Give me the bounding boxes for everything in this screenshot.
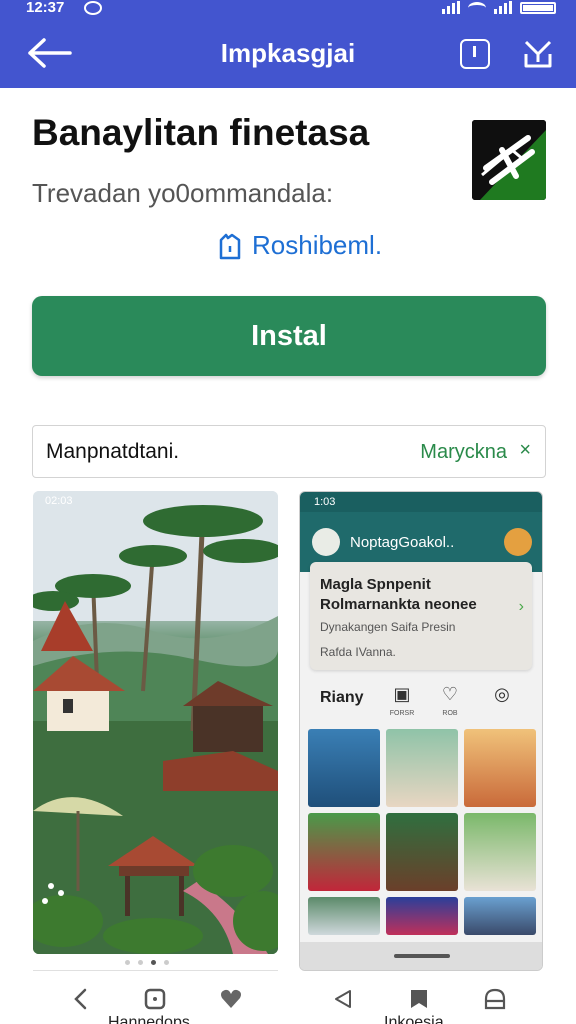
card-line-4: Rafda IVanna. [320,645,396,659]
heart-icon: ♡ ROB [438,684,462,717]
chevron-left-icon[interactable] [68,986,94,1012]
grid-tile [308,729,380,807]
developer-link[interactable]: Roshibeml. [218,230,382,261]
app-logo-icon [472,120,546,200]
bookmark-icon[interactable] [406,986,432,1012]
share-icon[interactable] [522,38,554,70]
install-button[interactable]: Instal [32,296,546,376]
nav-label-left: Hannedops [108,1014,190,1024]
carousel-dot [164,960,169,965]
screenshot-2-avatar [504,528,532,556]
chevron-right-icon: › [518,598,524,615]
card-line-1: Magla Spnpenit [320,576,431,593]
battery-icon [520,1,556,14]
app-title: Banaylitan finetasa [32,112,370,153]
bottom-nav [0,978,576,1024]
home-icon[interactable] [482,986,508,1012]
signal-icon-2 [494,1,512,14]
grid-tile [464,813,536,891]
screenshot-1-status-time: 02:03 [45,495,73,507]
screenshot-2-app-name: NoptagGoakol.. [350,534,455,551]
banner-close-icon[interactable]: × [519,439,531,462]
home-pill [394,954,450,958]
screenshot-2-logo-icon [312,528,340,556]
info-square-icon[interactable] [460,39,490,69]
info-banner: Manpnatdtani. Maryckna × [32,425,546,478]
icon-label-2: ROB [442,710,458,717]
carousel-dot-active [151,960,156,965]
grid-tile [308,897,380,935]
screenshot-2-photo-grid [308,729,536,935]
status-time: 12:37 [26,0,65,16]
screenshot-2-card: Magla Spnpenit Rolmarnankta neonee Dynak… [310,562,532,670]
status-bar: 12:37 [0,0,576,18]
carousel-dot [138,960,143,965]
icon-label-1: FORSR [389,710,415,717]
grid-tile [464,897,536,935]
app-bar: Impkasgjai [0,18,576,88]
nav-label-right: Inkoesia [384,1014,444,1024]
carousel-dots [125,960,169,965]
screenshot-2-status-time: 1:03 [314,496,336,508]
card-line-2: Rolmarnankta neonee [320,596,477,613]
banner-label: Manpnatdtani. [46,440,180,463]
grid-tile [308,813,380,891]
screenshot-2-section-label: Riany [320,689,364,706]
grid-tile [386,729,458,807]
divider [33,970,278,971]
banner-link[interactable]: Maryckna [420,441,507,464]
screenshot-2-nav-bar [300,942,542,970]
do-not-disturb-icon [84,1,102,15]
grid-tile [386,813,458,891]
wifi-icon [468,1,486,14]
status-icons [442,1,556,14]
screenshot-2-status-bar: 1:03 [300,492,542,512]
square-icon[interactable] [142,986,168,1012]
signal-icon [442,1,460,14]
screenshot-2[interactable]: 1:03 NoptagGoakol.. Magla Spnpenit Rolma… [299,491,543,971]
carousel-dot [125,960,130,965]
shield-icon [219,233,241,259]
developer-link-label: Roshibeml. [252,230,383,260]
card-line-3: Dynakangen Saifa Presin [320,620,456,634]
triangle-back-icon[interactable] [330,986,356,1012]
app-subtitle: Trevadan yo0ommandala: [32,178,334,208]
chat-icon: ◎ [494,684,510,704]
camera-icon: ▣ FORSR [390,684,415,717]
heart-icon[interactable] [218,986,244,1012]
grid-tile [386,897,458,935]
grid-tile [464,729,536,807]
village-scene-image [33,491,278,954]
screenshot-1[interactable]: 02:03 [33,491,278,954]
